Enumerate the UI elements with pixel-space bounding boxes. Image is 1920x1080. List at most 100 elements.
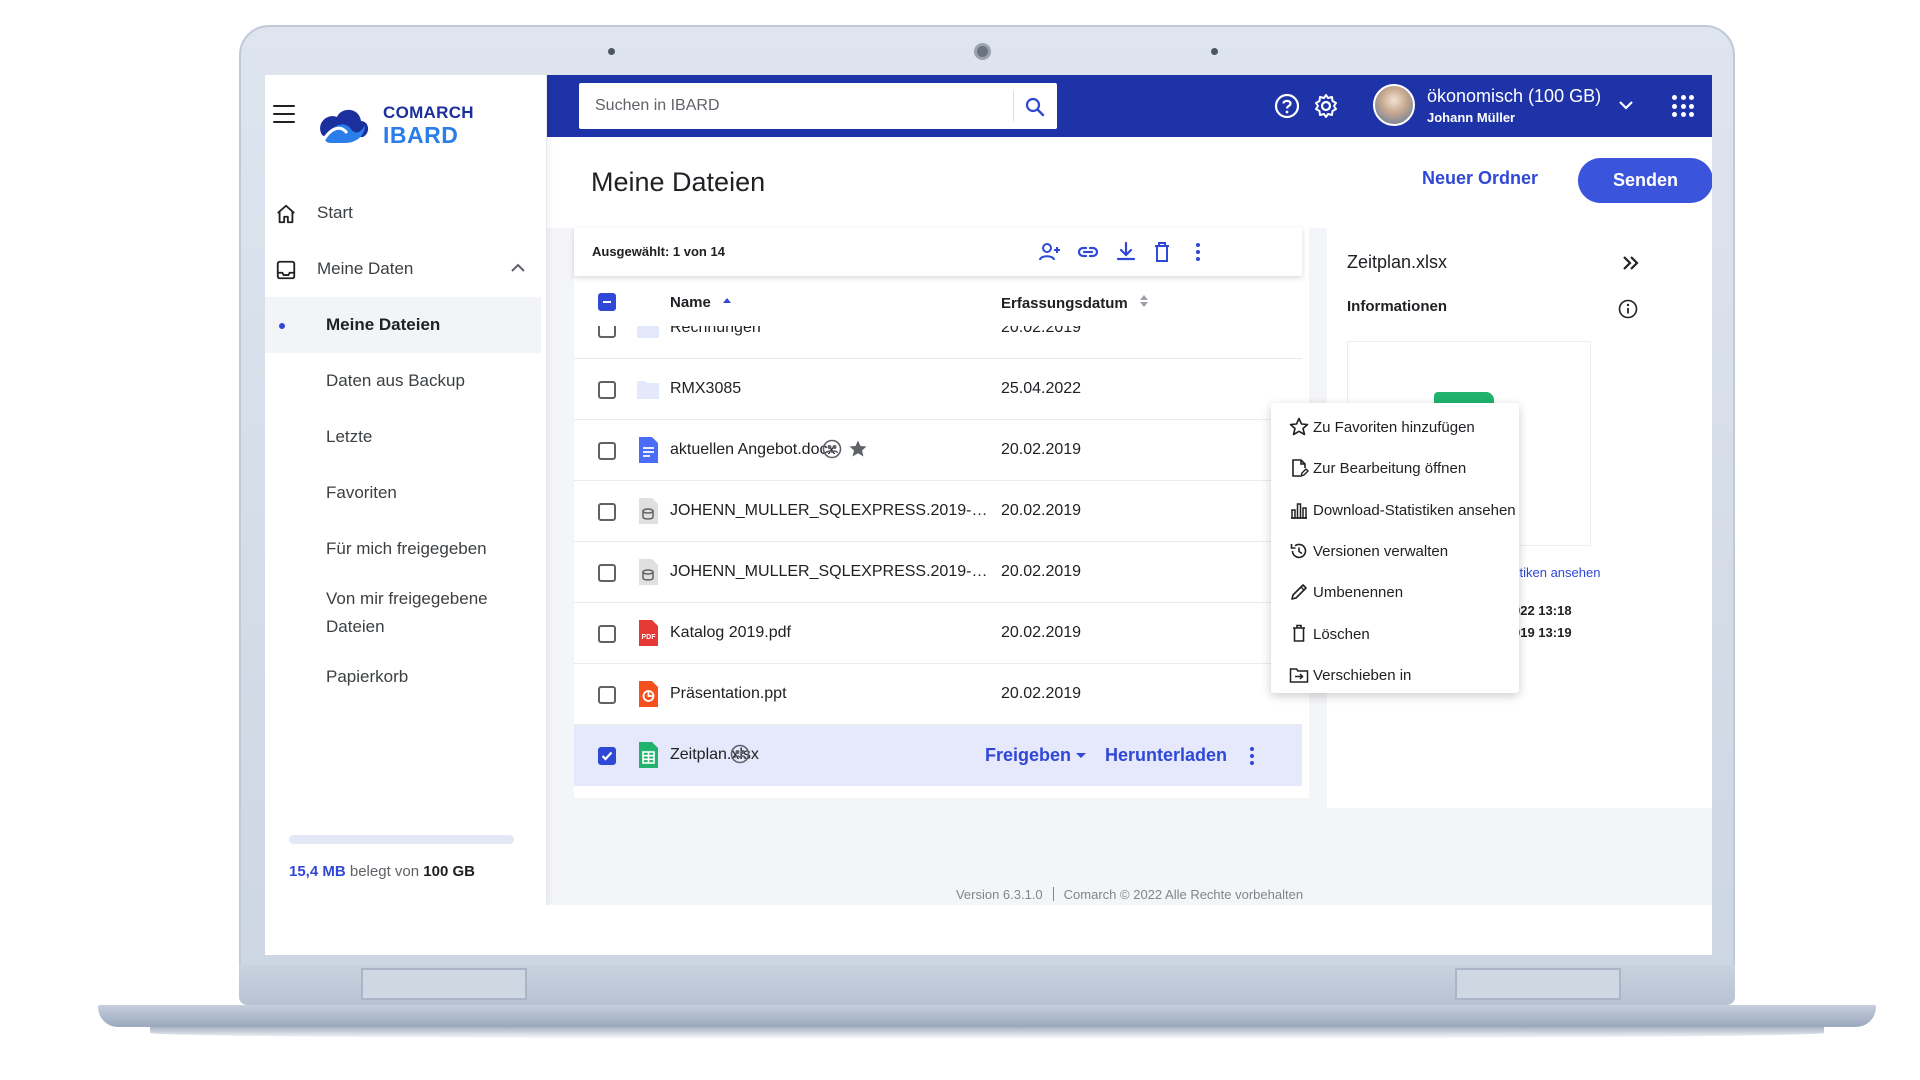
table-row[interactable]: JOHENN_MULLER_SQLEXPRESS.2019-02-... 20.… [574, 542, 1302, 603]
sidebar-item-label: Papierkorb [326, 667, 409, 686]
table-header: Name Erfassungsdatum [574, 276, 1302, 326]
download-button[interactable]: Herunterladen [1105, 745, 1227, 766]
menu-item-versions[interactable]: Versionen verwalten [1271, 531, 1519, 572]
row-checkbox[interactable] [598, 686, 616, 704]
database-file-icon [639, 559, 658, 585]
select-all-checkbox[interactable] [598, 293, 616, 311]
user-plan: ökonomisch (100 GB) [1427, 85, 1602, 106]
more-vertical-icon[interactable] [1186, 240, 1210, 264]
star-outline-icon [1289, 417, 1309, 436]
menu-item-open-edit[interactable]: Zur Bearbeitung öffnen [1271, 448, 1519, 489]
file-name: Katalog 2019.pdf [670, 624, 791, 641]
sidebar-item-label: Meine Dateien [326, 315, 441, 334]
active-indicator [279, 323, 285, 329]
sidebar-subitem-favoriten[interactable]: Favoriten [265, 465, 547, 521]
file-date: 20.02.2019 [1001, 624, 1082, 641]
sidebar-subitem-shared-with-me[interactable]: Für mich freigegeben [265, 521, 547, 577]
row-checkbox[interactable] [598, 747, 616, 765]
lid-dot [1211, 48, 1218, 55]
column-date[interactable]: Erfassungsdatum [1001, 294, 1150, 312]
info-icon[interactable] [1617, 298, 1639, 320]
download-stats-link[interactable]: stiken ansehen [1513, 565, 1600, 580]
xls-file-icon [639, 742, 658, 768]
sort-icon [1139, 295, 1148, 307]
menu-item-label: Löschen [1313, 625, 1370, 643]
menu-icon[interactable] [273, 105, 295, 123]
row-checkbox[interactable] [598, 326, 616, 338]
storage-bar [289, 835, 514, 844]
trash-icon[interactable] [1150, 240, 1174, 264]
table-row-selected[interactable]: Zeitplan.xlsx Freigeben Herunterladen [574, 725, 1302, 786]
chevron-down-icon [1619, 101, 1633, 110]
menu-item-rename[interactable]: Umbenennen [1271, 572, 1519, 613]
storage-text: 15,4 MB belegt von 100 GB [289, 863, 519, 880]
row-checkbox[interactable] [598, 442, 616, 460]
bar-chart-icon [1291, 502, 1307, 519]
help-icon[interactable] [1274, 93, 1300, 119]
table-row[interactable]: Präsentation.ppt 20.02.2019 [574, 664, 1302, 725]
check-icon [601, 751, 613, 761]
menu-item-label: Zu Favoriten hinzufügen [1313, 419, 1475, 437]
table-row[interactable]: PDF Katalog 2019.pdf 20.02.2019 [574, 603, 1302, 664]
sidebar-item-meine-daten[interactable]: Meine Daten [265, 241, 547, 297]
sidebar-subitem-letzte[interactable]: Letzte [265, 409, 547, 465]
new-folder-button[interactable]: Neuer Ordner [1422, 168, 1538, 189]
footer: Version 6.3.1.0 Comarch © 2022 Alle Recht… [547, 887, 1712, 902]
row-checkbox[interactable] [598, 503, 616, 521]
table-row[interactable]: JOHENN_MULLER_SQLEXPRESS.2019-01-... 20.… [574, 481, 1302, 542]
table-row[interactable]: RMX3085 25.04.2022 [574, 359, 1302, 420]
menu-item-delete[interactable]: Löschen [1271, 613, 1519, 654]
sidebar-subitem-backup[interactable]: Daten aus Backup [265, 353, 547, 409]
shared-icon [730, 744, 750, 764]
send-button[interactable]: Senden [1578, 158, 1712, 203]
sidebar-item-label: Letzte [326, 427, 373, 446]
laptop-hinge [361, 968, 527, 1000]
sidebar-subitem-shared-by-me[interactable]: Von mir freigegebene Dateien [265, 577, 547, 649]
logo[interactable]: COMARCH IBARD [315, 103, 474, 147]
row-checkbox[interactable] [598, 564, 616, 582]
table-row[interactable]: Rechnungen 20.02.2019 [574, 326, 1302, 359]
share-button[interactable]: Freigeben [985, 745, 1087, 766]
add-user-icon[interactable] [1038, 240, 1062, 264]
menu-item-download-stats[interactable]: Download-Statistiken ansehen [1271, 490, 1519, 531]
file-date: 20.02.2019 [1001, 563, 1082, 580]
avatar [1373, 84, 1415, 126]
table-row[interactable]: aktuellen Angebot.docx 20.02.2019 [574, 420, 1302, 481]
sidebar-item-label: Von mir freigegebene Dateien [326, 589, 488, 636]
sidebar-item-start[interactable]: Start [265, 185, 547, 241]
link-icon[interactable] [1076, 240, 1100, 264]
shared-icon [822, 439, 842, 459]
file-date: 20.02.2019 [1001, 326, 1082, 336]
row-checkbox[interactable] [598, 381, 616, 399]
sidebar-subitem-papierkorb[interactable]: Papierkorb [265, 649, 547, 705]
search-icon[interactable] [1023, 95, 1047, 119]
lid-dot [608, 48, 615, 55]
star-filled-icon[interactable] [848, 439, 868, 459]
table-body: Rechnungen 20.02.2019 RMX3085 25.04.2022… [574, 326, 1302, 798]
row-checkbox[interactable] [598, 625, 616, 643]
file-name: Präsentation.ppt [670, 685, 787, 702]
sidebar-subitem-meine-dateien[interactable]: Meine Dateien [265, 297, 541, 353]
gear-icon[interactable] [1313, 93, 1339, 119]
selection-count: Ausgewählt: 1 von 14 [592, 244, 725, 259]
double-chevron-right-icon[interactable] [1620, 252, 1642, 274]
menu-item-add-favorite[interactable]: Zu Favoriten hinzufügen [1271, 407, 1519, 448]
search-input[interactable] [579, 83, 1009, 129]
menu-item-label: Umbenennen [1313, 584, 1404, 602]
doc-file-icon [639, 437, 658, 463]
database-file-icon [639, 498, 658, 524]
ppt-file-icon [639, 681, 658, 707]
svg-text:PDF: PDF [642, 634, 657, 641]
apps-grid-icon[interactable] [1672, 95, 1694, 117]
chevron-up-icon[interactable] [511, 263, 525, 273]
column-name[interactable]: Name [670, 294, 733, 311]
sidebar-nav: Start Meine Daten Meine Dateien Daten au… [265, 185, 547, 705]
file-name: Rechnungen [670, 326, 761, 336]
more-vertical-icon[interactable] [1242, 745, 1262, 767]
user-menu[interactable]: ökonomisch (100 GB) Johann Müller [1373, 84, 1633, 126]
menu-item-move-to[interactable]: Verschieben in [1271, 655, 1519, 696]
details-timestamp: 022 13:18 [1513, 603, 1572, 618]
file-name: RMX3085 [670, 380, 742, 397]
storage-total: 100 GB [423, 863, 475, 880]
download-icon[interactable] [1114, 240, 1138, 264]
